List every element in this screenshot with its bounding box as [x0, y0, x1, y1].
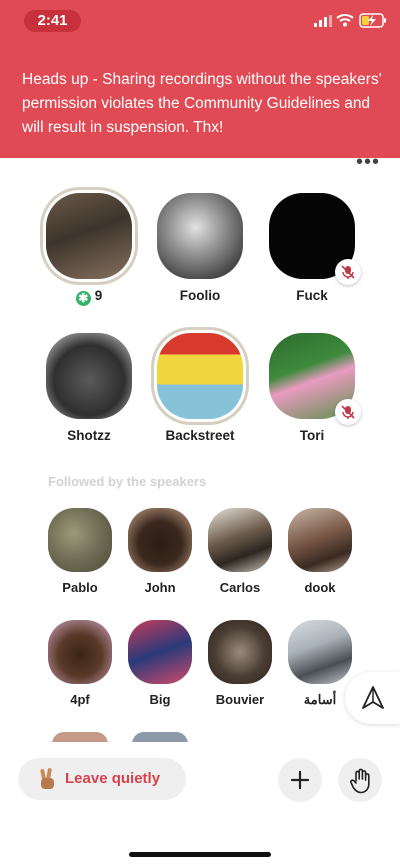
community-guidelines-banner[interactable]: 2:41 Heads up - Sharing recordings witho…: [0, 0, 400, 158]
listener-name: Carlos: [219, 580, 261, 595]
muted-mic-icon: [335, 259, 361, 285]
raise-hand-button[interactable]: [338, 758, 382, 802]
speaker-tile[interactable]: Shotzz: [39, 333, 139, 445]
speaker-tile[interactable]: Fuck: [262, 193, 362, 305]
status-bar: 2:41: [0, 0, 400, 44]
share-room-button[interactable]: [345, 672, 400, 724]
bottom-action-bar: Leave quietly: [0, 742, 400, 864]
speaker-avatar: [269, 193, 361, 285]
listener-tile[interactable]: Bouvier: [200, 620, 280, 708]
speaker-name: Shotzz: [67, 428, 111, 443]
listener-avatar: [208, 508, 272, 572]
listener-avatar: [288, 508, 352, 572]
victory-hand-icon: [40, 768, 54, 789]
listener-tile[interactable]: 4pf: [40, 620, 120, 708]
listener-name: 4pf: [70, 692, 90, 707]
listener-name: John: [144, 580, 176, 595]
listener-name: Big: [149, 692, 171, 707]
listener-avatar: [48, 508, 112, 572]
leave-quietly-label: Leave quietly: [65, 770, 161, 787]
cellular-signal-icon: [314, 15, 332, 27]
listener-avatar: [128, 508, 192, 572]
wifi-icon: [336, 14, 354, 27]
add-button[interactable]: [278, 758, 322, 802]
listener-tile[interactable]: Carlos: [200, 508, 280, 596]
listener-name: Pablo: [62, 580, 98, 595]
listener-avatar: [208, 620, 272, 684]
speaker-name: 9: [94, 288, 103, 303]
raise-hand-icon: [350, 768, 370, 794]
listener-tile[interactable]: Pablo: [40, 508, 120, 596]
followed-by-speakers-label: Followed by the speakers: [48, 474, 207, 489]
speaker-name: Tori: [299, 428, 325, 443]
listener-name: dook: [304, 580, 336, 595]
speaker-avatar: [157, 193, 243, 279]
speaker-avatar: [46, 333, 132, 419]
speaker-tile[interactable]: Tori: [262, 333, 362, 445]
paper-plane-icon: [362, 686, 384, 709]
more-options-icon[interactable]: •••: [356, 152, 380, 172]
battery-charging-icon: [359, 13, 386, 28]
speaker-name: Fuck: [296, 288, 328, 303]
status-time: 2:41: [24, 10, 81, 32]
speaker-avatar: [269, 333, 361, 425]
listener-avatar: [128, 620, 192, 684]
listener-avatar: [288, 620, 352, 684]
listener-tile[interactable]: John: [120, 508, 200, 596]
muted-mic-icon: [335, 399, 361, 425]
listener-name: Bouvier: [215, 692, 265, 707]
banner-message: Heads up - Sharing recordings without th…: [22, 71, 382, 136]
speaker-name: Foolio: [179, 288, 221, 303]
speaker-tile[interactable]: ✱ 9: [39, 193, 139, 306]
speaker-name: Backstreet: [165, 428, 235, 443]
leave-quietly-button[interactable]: Leave quietly: [18, 758, 186, 800]
home-indicator: [129, 852, 271, 857]
listener-tile[interactable]: dook: [280, 508, 360, 596]
listener-avatar: [48, 620, 112, 684]
moderator-badge-icon: ✱: [75, 291, 91, 306]
listener-tile[interactable]: Big: [120, 620, 200, 708]
speaker-tile[interactable]: Foolio: [150, 193, 250, 305]
speaker-tile[interactable]: Backstreet: [150, 333, 250, 445]
speaker-avatar: [46, 193, 132, 279]
speaker-avatar: [157, 333, 243, 419]
plus-icon: [291, 771, 309, 789]
